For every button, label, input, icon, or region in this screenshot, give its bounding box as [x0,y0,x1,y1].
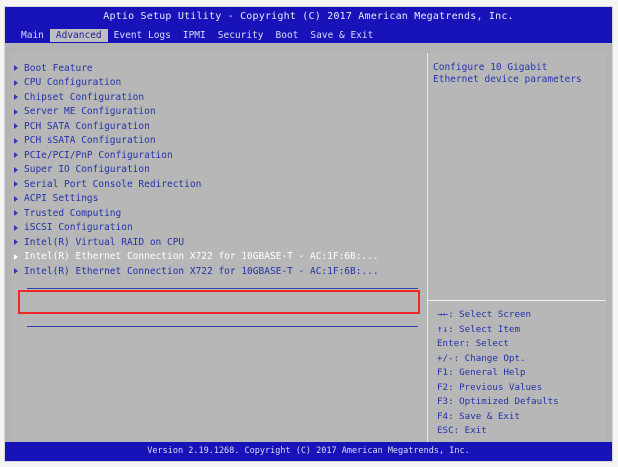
submenu-arrow-icon [14,137,18,144]
menu-item-acpi-settings[interactable]: ACPI Settings [11,192,425,207]
item-help-text: Configure 10 Gigabit Ethernet device par… [433,62,582,85]
menu-item-label: Intel(R) Ethernet Connection X722 for 10… [24,251,379,263]
advanced-menu-list: Boot Feature CPU Configuration Chipset C… [11,61,425,279]
menu-item-label: Intel(R) Ethernet Connection X722 for 10… [24,265,379,277]
key-esc-exit: ESC: Exit [437,425,487,436]
key-legend: →←: Select Screen ↑↓: Select Item Enter:… [437,308,605,439]
submenu-arrow-icon [14,65,18,72]
menu-item-label: Intel(R) Virtual RAID on CPU [24,236,185,248]
key-enter-select: Enter: Select [437,338,509,349]
menu-item-label: Super IO Configuration [24,164,150,176]
menu-pane: Boot Feature CPU Configuration Chipset C… [11,53,428,442]
menu-item-intel-virtual-raid-on-cpu[interactable]: Intel(R) Virtual RAID on CPU [11,235,425,250]
menu-item-iscsi-configuration[interactable]: iSCSI Configuration [11,221,425,236]
key-optimized-defaults: F3: Optimized Defaults [437,396,559,407]
submenu-arrow-icon [14,181,18,188]
submenu-arrow-icon [14,253,18,260]
key-save-exit: F4: Save & Exit [437,410,520,422]
menu-item-pch-sata-configuration[interactable]: PCH SATA Configuration [11,119,425,134]
submenu-arrow-icon [14,108,18,115]
menu-item-label: PCH SATA Configuration [24,120,150,132]
menu-item-label: Server ME Configuration [24,106,156,118]
key-select-item: ↑↓: Select Item [437,323,520,335]
menu-item-super-io-configuration[interactable]: Super IO Configuration [11,163,425,178]
menu-item-intel-ethernet-x722-port-1[interactable]: Intel(R) Ethernet Connection X722 for 10… [11,249,425,264]
submenu-arrow-icon [14,195,18,202]
menu-item-label: Serial Port Console Redirection [24,178,202,190]
menu-item-label: ACPI Settings [24,193,99,205]
help-pane: Configure 10 Gigabit Ethernet device par… [428,53,606,442]
menu-item-chipset-configuration[interactable]: Chipset Configuration [11,90,425,105]
menu-item-label: iSCSI Configuration [24,222,133,234]
menu-item-serial-port-console-redirection[interactable]: Serial Port Console Redirection [11,177,425,192]
menu-item-server-me-configuration[interactable]: Server ME Configuration [11,105,425,120]
submenu-arrow-icon [14,210,18,217]
bios-setup-window: Aptio Setup Utility - Copyright (C) 2017… [5,7,612,461]
menu-item-trusted-computing[interactable]: Trusted Computing [11,206,425,221]
menu-item-label: PCH sSATA Configuration [24,135,156,147]
menu-item-boot-feature[interactable]: Boot Feature [11,61,425,76]
footer-version-bar: Version 2.19.1268. Copyright (C) 2017 Am… [5,442,612,461]
tab-main[interactable]: Main [15,29,50,42]
submenu-arrow-icon [14,152,18,159]
red-annotation-strike-bottom [27,326,418,327]
tab-security[interactable]: Security [212,29,270,42]
menu-item-pcie-pci-pnp-configuration[interactable]: PCIe/PCI/PnP Configuration [11,148,425,163]
menu-item-label: PCIe/PCI/PnP Configuration [24,149,173,161]
submenu-arrow-icon [14,123,18,130]
tab-event-logs[interactable]: Event Logs [108,29,177,42]
submenu-arrow-icon [14,239,18,246]
key-previous-values: F2: Previous Values [437,381,543,393]
menu-item-intel-ethernet-x722-port-2[interactable]: Intel(R) Ethernet Connection X722 for 10… [11,264,425,279]
title-bar: Aptio Setup Utility - Copyright (C) 2017… [5,7,612,43]
key-select-screen: →←: Select Screen [437,309,532,320]
submenu-arrow-icon [14,79,18,86]
key-change-option: +/-: Change Opt. [437,352,526,364]
menu-item-cpu-configuration[interactable]: CPU Configuration [11,76,425,91]
submenu-arrow-icon [14,268,18,275]
menu-item-label: Boot Feature [24,62,93,74]
key-general-help: F1: General Help [437,367,526,378]
submenu-arrow-icon [14,94,18,101]
tab-advanced[interactable]: Advanced [49,28,108,42]
submenu-arrow-icon [14,166,18,173]
tab-boot[interactable]: Boot [270,29,305,42]
menu-item-label: Trusted Computing [24,207,122,219]
menu-item-pch-ssata-configuration[interactable]: PCH sSATA Configuration [11,134,425,149]
menu-item-label: Chipset Configuration [24,91,145,103]
red-annotation-strike-top [27,288,418,289]
tab-strip: Main Advanced Event Logs IPMI Security B… [15,28,379,42]
tab-save-exit[interactable]: Save & Exit [304,29,379,42]
red-highlight-box [18,290,420,314]
tab-ipmi[interactable]: IPMI [177,29,212,42]
window-title: Aptio Setup Utility - Copyright (C) 2017… [103,11,514,22]
submenu-arrow-icon [14,224,18,231]
help-divider [428,300,606,301]
menu-item-label: CPU Configuration [24,77,122,89]
